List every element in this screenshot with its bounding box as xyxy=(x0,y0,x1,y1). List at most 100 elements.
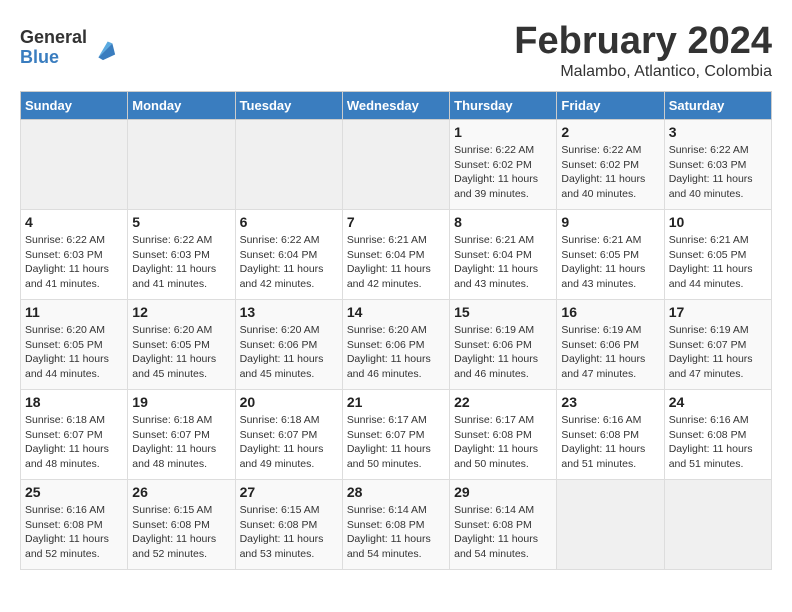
calendar-cell: 25Sunrise: 6:16 AM Sunset: 6:08 PM Dayli… xyxy=(21,480,128,570)
calendar-cell: 6 Sunrise: 6:22 AM Sunset: 6:04 PM Daylig… xyxy=(235,210,342,300)
day-info: Sunrise: 6:15 AM Sunset: 6:08 PM Dayligh… xyxy=(240,503,338,562)
calendar-cell xyxy=(128,120,235,210)
day-number: 24 xyxy=(669,394,767,410)
day-number: 11 xyxy=(25,304,123,320)
day-info: Sunrise: 6:19 AM Sunset: 6:07 PM Dayligh… xyxy=(669,323,767,382)
calendar-cell: 9 Sunrise: 6:21 AM Sunset: 6:05 PM Daylig… xyxy=(557,210,664,300)
calendar-cell: 22Sunrise: 6:17 AM Sunset: 6:08 PM Dayli… xyxy=(450,390,557,480)
calendar-cell: 16 Sunrise: 6:19 AM Sunset: 6:06 PM Dayli… xyxy=(557,300,664,390)
logo-blue-text: Blue xyxy=(20,48,87,68)
calendar-cell: 3Sunrise: 6:22 AM Sunset: 6:03 PM Daylig… xyxy=(664,120,771,210)
calendar-cell xyxy=(664,480,771,570)
day-info: Sunrise: 6:16 AM Sunset: 6:08 PM Dayligh… xyxy=(561,413,659,472)
header-saturday: Saturday xyxy=(664,92,771,120)
day-info: Sunrise: 6:22 AM Sunset: 6:02 PM Dayligh… xyxy=(454,143,552,202)
calendar-week-row: 18 Sunrise: 6:18 AM Sunset: 6:07 PM Dayli… xyxy=(21,390,772,480)
header-friday: Friday xyxy=(557,92,664,120)
calendar-cell: 21Sunrise: 6:17 AM Sunset: 6:07 PM Dayli… xyxy=(342,390,449,480)
header: General Blue February 2024 Malambo, Atla… xyxy=(20,20,772,81)
page-subtitle: Malambo, Atlantico, Colombia xyxy=(514,63,772,81)
day-number: 2 xyxy=(561,124,659,140)
day-info: Sunrise: 6:18 AM Sunset: 6:07 PM Dayligh… xyxy=(240,413,338,472)
day-info: Sunrise: 6:20 AM Sunset: 6:05 PM Dayligh… xyxy=(25,323,123,382)
day-info: Sunrise: 6:14 AM Sunset: 6:08 PM Dayligh… xyxy=(347,503,445,562)
calendar-cell: 11 Sunrise: 6:20 AM Sunset: 6:05 PM Dayli… xyxy=(21,300,128,390)
calendar-cell: 10Sunrise: 6:21 AM Sunset: 6:05 PM Dayli… xyxy=(664,210,771,300)
day-number: 4 xyxy=(25,214,123,230)
day-info: Sunrise: 6:18 AM Sunset: 6:07 PM Dayligh… xyxy=(132,413,230,472)
day-info: Sunrise: 6:17 AM Sunset: 6:07 PM Dayligh… xyxy=(347,413,445,472)
day-number: 7 xyxy=(347,214,445,230)
day-info: Sunrise: 6:21 AM Sunset: 6:05 PM Dayligh… xyxy=(669,233,767,292)
calendar-cell: 19Sunrise: 6:18 AM Sunset: 6:07 PM Dayli… xyxy=(128,390,235,480)
day-number: 17 xyxy=(669,304,767,320)
day-number: 14 xyxy=(347,304,445,320)
calendar-cell: 15 Sunrise: 6:19 AM Sunset: 6:06 PM Dayli… xyxy=(450,300,557,390)
day-info: Sunrise: 6:16 AM Sunset: 6:08 PM Dayligh… xyxy=(669,413,767,472)
header-sunday: Sunday xyxy=(21,92,128,120)
calendar-cell: 5Sunrise: 6:22 AM Sunset: 6:03 PM Daylig… xyxy=(128,210,235,300)
calendar-cell xyxy=(235,120,342,210)
day-number: 27 xyxy=(240,484,338,500)
header-thursday: Thursday xyxy=(450,92,557,120)
calendar-cell xyxy=(557,480,664,570)
day-number: 6 xyxy=(240,214,338,230)
day-number: 12 xyxy=(132,304,230,320)
day-number: 20 xyxy=(240,394,338,410)
logo-general-text: General xyxy=(20,28,87,48)
page-title: February 2024 xyxy=(514,20,772,63)
day-info: Sunrise: 6:21 AM Sunset: 6:04 PM Dayligh… xyxy=(454,233,552,292)
calendar-cell: 13Sunrise: 6:20 AM Sunset: 6:06 PM Dayli… xyxy=(235,300,342,390)
calendar-cell: 14 Sunrise: 6:20 AM Sunset: 6:06 PM Dayli… xyxy=(342,300,449,390)
title-area: February 2024 Malambo, Atlantico, Colomb… xyxy=(514,20,772,81)
day-number: 23 xyxy=(561,394,659,410)
day-info: Sunrise: 6:21 AM Sunset: 6:04 PM Dayligh… xyxy=(347,233,445,292)
day-info: Sunrise: 6:17 AM Sunset: 6:08 PM Dayligh… xyxy=(454,413,552,472)
header-wednesday: Wednesday xyxy=(342,92,449,120)
day-number: 1 xyxy=(454,124,552,140)
day-number: 3 xyxy=(669,124,767,140)
day-number: 5 xyxy=(132,214,230,230)
day-info: Sunrise: 6:18 AM Sunset: 6:07 PM Dayligh… xyxy=(25,413,123,472)
calendar-cell xyxy=(342,120,449,210)
day-number: 26 xyxy=(132,484,230,500)
day-number: 29 xyxy=(454,484,552,500)
calendar-cell: 2 Sunrise: 6:22 AM Sunset: 6:02 PM Daylig… xyxy=(557,120,664,210)
calendar-cell: 1 Sunrise: 6:22 AM Sunset: 6:02 PM Daylig… xyxy=(450,120,557,210)
calendar-cell: 20 Sunrise: 6:18 AM Sunset: 6:07 PM Dayli… xyxy=(235,390,342,480)
calendar-week-row: 1 Sunrise: 6:22 AM Sunset: 6:02 PM Daylig… xyxy=(21,120,772,210)
header-tuesday: Tuesday xyxy=(235,92,342,120)
day-number: 18 xyxy=(25,394,123,410)
calendar-week-row: 4 Sunrise: 6:22 AM Sunset: 6:03 PM Daylig… xyxy=(21,210,772,300)
day-info: Sunrise: 6:20 AM Sunset: 6:06 PM Dayligh… xyxy=(347,323,445,382)
calendar-cell: 27 Sunrise: 6:15 AM Sunset: 6:08 PM Dayli… xyxy=(235,480,342,570)
day-number: 15 xyxy=(454,304,552,320)
calendar-cell: 23 Sunrise: 6:16 AM Sunset: 6:08 PM Dayli… xyxy=(557,390,664,480)
calendar-cell xyxy=(21,120,128,210)
calendar-header-row: SundayMondayTuesdayWednesdayThursdayFrid… xyxy=(21,92,772,120)
calendar-cell: 28 Sunrise: 6:14 AM Sunset: 6:08 PM Dayli… xyxy=(342,480,449,570)
day-info: Sunrise: 6:19 AM Sunset: 6:06 PM Dayligh… xyxy=(561,323,659,382)
day-number: 9 xyxy=(561,214,659,230)
calendar-week-row: 25Sunrise: 6:16 AM Sunset: 6:08 PM Dayli… xyxy=(21,480,772,570)
day-info: Sunrise: 6:14 AM Sunset: 6:08 PM Dayligh… xyxy=(454,503,552,562)
header-monday: Monday xyxy=(128,92,235,120)
day-info: Sunrise: 6:16 AM Sunset: 6:08 PM Dayligh… xyxy=(25,503,123,562)
logo: General Blue xyxy=(20,28,117,68)
day-number: 16 xyxy=(561,304,659,320)
day-info: Sunrise: 6:19 AM Sunset: 6:06 PM Dayligh… xyxy=(454,323,552,382)
day-info: Sunrise: 6:22 AM Sunset: 6:04 PM Dayligh… xyxy=(240,233,338,292)
calendar-cell: 8 Sunrise: 6:21 AM Sunset: 6:04 PM Daylig… xyxy=(450,210,557,300)
day-info: Sunrise: 6:22 AM Sunset: 6:03 PM Dayligh… xyxy=(25,233,123,292)
day-info: Sunrise: 6:21 AM Sunset: 6:05 PM Dayligh… xyxy=(561,233,659,292)
day-info: Sunrise: 6:22 AM Sunset: 6:02 PM Dayligh… xyxy=(561,143,659,202)
calendar-cell: 24 Sunrise: 6:16 AM Sunset: 6:08 PM Dayli… xyxy=(664,390,771,480)
day-info: Sunrise: 6:20 AM Sunset: 6:05 PM Dayligh… xyxy=(132,323,230,382)
logo-icon xyxy=(89,34,117,62)
day-info: Sunrise: 6:15 AM Sunset: 6:08 PM Dayligh… xyxy=(132,503,230,562)
day-number: 28 xyxy=(347,484,445,500)
calendar-cell: 7 Sunrise: 6:21 AM Sunset: 6:04 PM Daylig… xyxy=(342,210,449,300)
calendar-cell: 18 Sunrise: 6:18 AM Sunset: 6:07 PM Dayli… xyxy=(21,390,128,480)
calendar-week-row: 11 Sunrise: 6:20 AM Sunset: 6:05 PM Dayli… xyxy=(21,300,772,390)
day-number: 8 xyxy=(454,214,552,230)
